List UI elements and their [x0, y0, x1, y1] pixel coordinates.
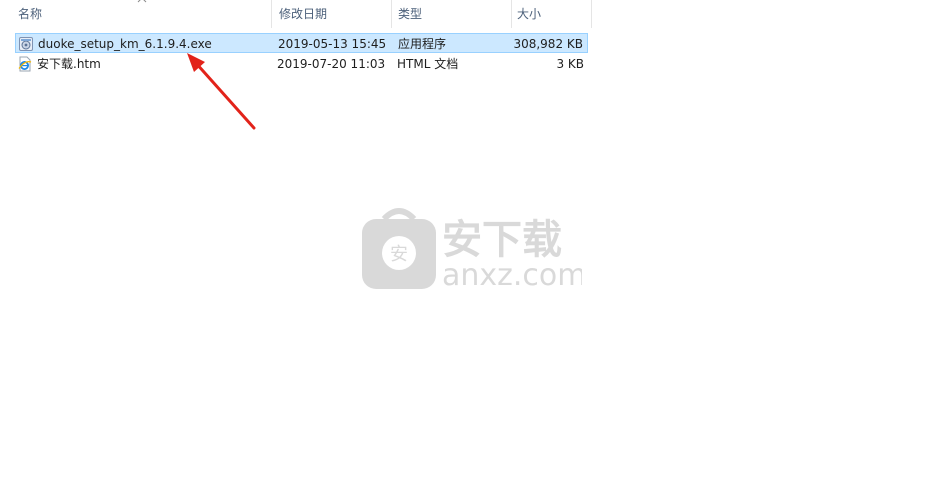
column-divider[interactable]	[591, 0, 592, 28]
watermark-badge: 安	[390, 244, 408, 265]
file-type: HTML 文档	[397, 57, 459, 71]
file-name: duoke_setup_km_6.1.9.4.exe	[38, 37, 212, 51]
watermark-text-en: anxz.com	[442, 258, 582, 293]
anxz-watermark-logo: 安 安下载 anxz.com	[362, 208, 582, 293]
file-name: 安下载.htm	[37, 57, 101, 71]
file-type: 应用程序	[398, 37, 447, 51]
file-size: 3 KB	[556, 57, 584, 71]
watermark-text-cn: 安下载	[442, 217, 562, 263]
column-header-type[interactable]: 类型	[394, 0, 510, 28]
column-header: 名称 修改日期 类型 大小	[0, 0, 592, 28]
column-divider[interactable]	[391, 0, 392, 28]
column-header-size[interactable]: 大小	[513, 0, 591, 28]
column-header-name[interactable]: 名称	[14, 0, 272, 28]
ie-html-icon	[18, 56, 32, 72]
file-modified: 2019-05-13 15:45	[278, 37, 387, 51]
column-header-modified[interactable]: 修改日期	[275, 0, 391, 28]
file-modified: 2019-07-20 11:03	[277, 57, 386, 71]
file-size: 308,982 KB	[513, 37, 583, 51]
setup-exe-icon	[19, 37, 33, 51]
file-row-htm[interactable]: 安下载.htm 2019-07-20 11:03 HTML 文档 3 KB	[15, 54, 588, 74]
file-row-exe[interactable]: duoke_setup_km_6.1.9.4.exe 2019-05-13 15…	[15, 33, 588, 53]
column-divider[interactable]	[511, 0, 512, 28]
column-divider[interactable]	[271, 0, 272, 28]
